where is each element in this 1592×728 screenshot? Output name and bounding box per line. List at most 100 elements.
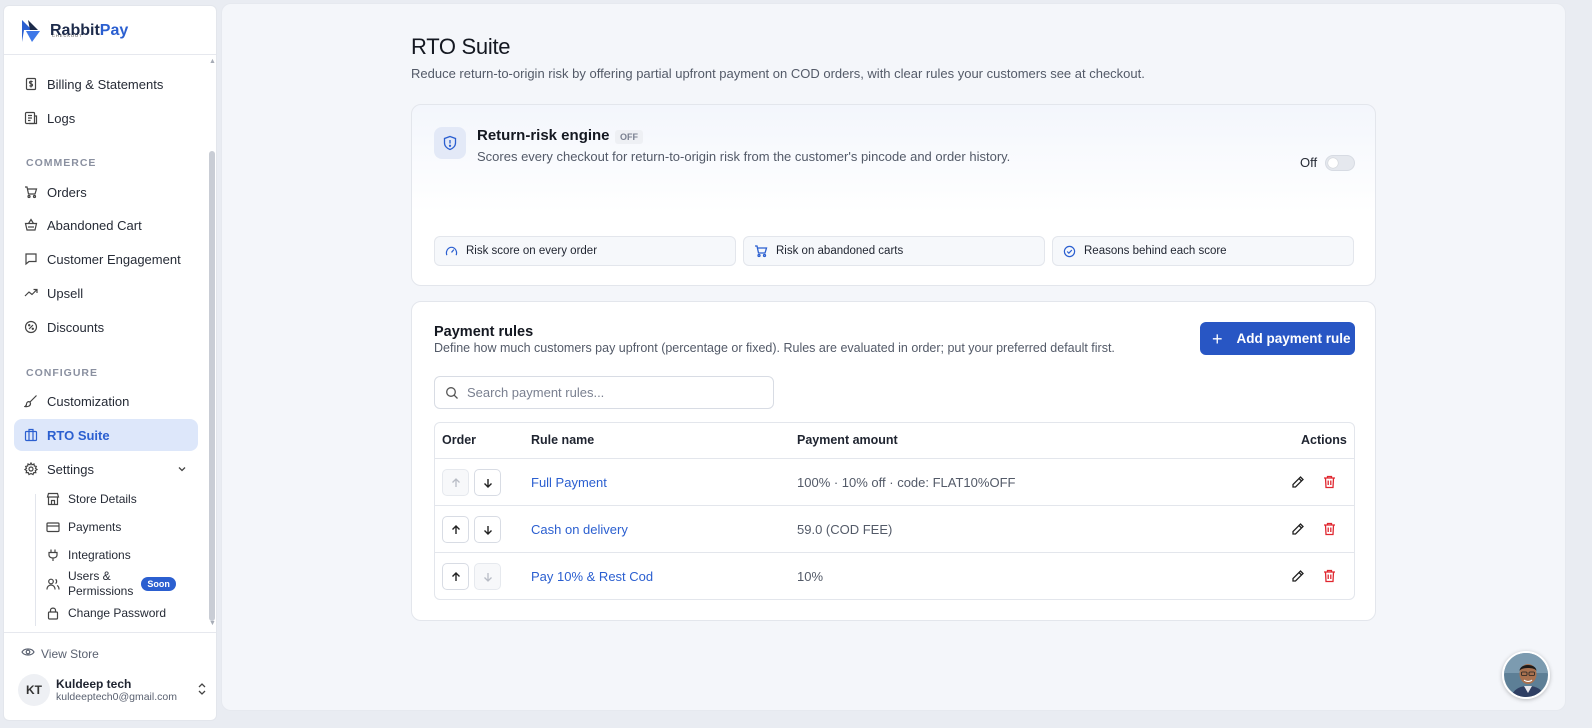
- store-icon: [46, 492, 60, 506]
- gear-icon: [24, 462, 38, 476]
- check-circle-icon: [1063, 245, 1076, 258]
- edit-icon[interactable]: [1291, 475, 1305, 489]
- sidebar-divider: [4, 54, 216, 55]
- scroll-up-arrow[interactable]: ▲: [209, 58, 216, 65]
- sidebar-item-label: Upsell: [47, 285, 84, 301]
- sidebar-subitem-payments[interactable]: Payments: [46, 520, 121, 534]
- subitem-label: Users & Permissions: [68, 569, 133, 599]
- sidebar-scrollbar[interactable]: [209, 151, 215, 621]
- brand-subtitle: CHECKOUT: [52, 33, 83, 38]
- subitem-label: Change Password: [68, 606, 167, 620]
- main-content: RTO Suite Reduce return-to-origin risk b…: [221, 3, 1566, 711]
- move-down-button[interactable]: [474, 469, 501, 496]
- engine-toggle[interactable]: [1325, 155, 1355, 171]
- toggle-label: Off: [1300, 155, 1318, 170]
- chevron-down-icon[interactable]: [176, 463, 188, 478]
- logs-icon: [24, 111, 38, 125]
- payment-rules-description: Define how much customers pay upfront (p…: [434, 341, 1115, 355]
- move-down-button[interactable]: [474, 516, 501, 543]
- column-header-amount: Payment amount: [797, 433, 898, 447]
- column-header-order: Order: [442, 433, 477, 447]
- rule-amount: 59.0 (COD FEE): [797, 522, 893, 537]
- sidebar-subitem-change-password[interactable]: Change Password: [46, 606, 166, 620]
- rabbit-logo-icon: [22, 20, 40, 42]
- sidebar-item-rto-suite[interactable]: RTO Suite: [14, 419, 198, 451]
- eye-icon: [21, 645, 35, 662]
- sidebar-item-customer-engagement[interactable]: Customer Engagement: [14, 243, 198, 275]
- user-info: Kuldeep tech kuldeeptech0@gmail.com: [56, 677, 177, 703]
- sidebar-item-settings[interactable]: Settings: [14, 453, 198, 485]
- payment-rules-title: Payment rules: [434, 324, 534, 340]
- users-icon: [46, 577, 60, 591]
- rule-name-link[interactable]: Full Payment: [531, 475, 607, 490]
- sidebar-item-logs[interactable]: Logs: [14, 102, 198, 134]
- move-up-button[interactable]: [442, 563, 469, 590]
- sidebar-subitem-users-permissions[interactable]: Users & Permissions Soon: [46, 569, 176, 599]
- plug-icon: [46, 548, 60, 562]
- view-store-label: View Store: [41, 646, 99, 661]
- support-chat-avatar[interactable]: [1502, 651, 1550, 699]
- sidebar-item-label: RTO Suite: [47, 427, 110, 443]
- arrow-down-icon: [483, 478, 492, 488]
- basket-icon: [24, 218, 38, 232]
- move-down-button[interactable]: [474, 563, 501, 590]
- feature-label: Risk score on every order: [466, 245, 598, 257]
- sidebar-item-abandoned-cart[interactable]: Abandoned Cart: [14, 209, 198, 241]
- arrow-down-icon: [483, 525, 492, 535]
- cart-icon: [754, 244, 768, 258]
- sidebar-item-upsell[interactable]: Upsell: [14, 277, 198, 309]
- user-menu[interactable]: KT Kuldeep tech kuldeeptech0@gmail.com: [18, 674, 208, 706]
- sidebar-subitem-integrations[interactable]: Integrations: [46, 548, 131, 562]
- section-label-commerce: COMMERCE: [26, 157, 97, 169]
- sidebar-item-customization[interactable]: Customization: [14, 385, 198, 417]
- page-description: Reduce return-to-origin risk by offering…: [411, 66, 1145, 81]
- move-up-button[interactable]: [442, 469, 469, 496]
- sidebar-item-billing[interactable]: Billing & Statements: [14, 68, 198, 100]
- rule-name-link[interactable]: Cash on delivery: [531, 522, 628, 537]
- user-name: Kuldeep tech: [56, 677, 132, 691]
- sidebar-item-label: Customer Engagement: [47, 251, 181, 267]
- engine-description: Scores every checkout for return-to-orig…: [477, 149, 1011, 164]
- sidebar-divider: [4, 632, 216, 633]
- sidebar: RabbitPay CHECKOUT Billing & Statements …: [3, 5, 217, 721]
- dollar-doc-icon: [24, 77, 38, 91]
- rule-amount: 10%: [797, 569, 824, 584]
- table-row: Pay 10% & Rest Cod 10%: [435, 552, 1354, 599]
- arrow-up-icon: [451, 524, 460, 534]
- scroll-down-arrow[interactable]: ▼: [209, 620, 216, 627]
- edit-icon[interactable]: [1291, 522, 1305, 536]
- rule-name-link[interactable]: Pay 10% & Rest Cod: [531, 569, 653, 584]
- card-icon: [46, 520, 60, 534]
- user-email: kuldeeptech0@gmail.com: [56, 691, 177, 703]
- search-input[interactable]: [467, 385, 757, 400]
- cart-icon: [24, 185, 38, 199]
- trash-icon[interactable]: [1323, 475, 1336, 489]
- move-up-button[interactable]: [442, 516, 469, 543]
- trend-up-icon: [24, 286, 38, 300]
- trash-icon[interactable]: [1323, 522, 1336, 536]
- brand-logo[interactable]: RabbitPay: [18, 16, 128, 46]
- sidebar-item-discounts[interactable]: Discounts: [14, 311, 198, 343]
- trash-icon[interactable]: [1323, 569, 1336, 583]
- sidebar-item-label: Billing & Statements: [47, 76, 164, 92]
- gauge-icon: [445, 245, 458, 258]
- payment-rules-card: Payment rules Define how much customers …: [411, 301, 1376, 621]
- subitem-label-line1: Users &: [68, 569, 111, 583]
- sidebar-item-orders[interactable]: Orders: [14, 176, 198, 208]
- page-title: RTO Suite: [411, 34, 511, 59]
- view-store-link[interactable]: View Store: [21, 645, 99, 662]
- arrow-down-icon: [483, 572, 492, 582]
- lock-icon: [46, 606, 60, 620]
- chat-icon: [24, 252, 38, 266]
- brush-icon: [24, 394, 38, 408]
- sidebar-item-label: Abandoned Cart: [47, 217, 142, 233]
- feature-label: Reasons behind each score: [1084, 245, 1227, 257]
- shield-icon: [434, 127, 466, 159]
- add-payment-rule-button[interactable]: + Add payment rule: [1200, 322, 1355, 355]
- sidebar-subitem-store-details[interactable]: Store Details: [46, 492, 137, 506]
- engine-title: Return-risk engine: [477, 127, 610, 144]
- table-row: Cash on delivery 59.0 (COD FEE): [435, 505, 1354, 552]
- return-risk-engine-card: Return-risk engine OFF Scores every chec…: [411, 104, 1376, 286]
- search-box[interactable]: [434, 376, 774, 409]
- edit-icon[interactable]: [1291, 569, 1305, 583]
